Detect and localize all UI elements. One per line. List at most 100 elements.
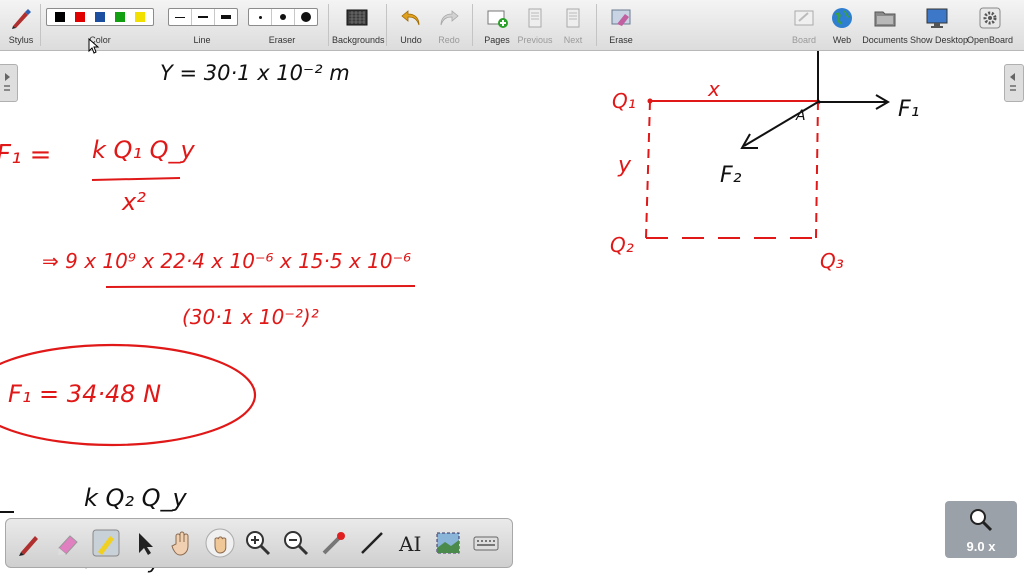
label-q1: Q₁ xyxy=(612,89,636,113)
label-x: x xyxy=(707,77,720,101)
zoom-out-icon[interactable] xyxy=(281,528,311,558)
numerator-kq1qy: k Q₁ Q_y xyxy=(92,136,196,164)
line-tool-icon[interactable] xyxy=(357,528,387,558)
next-label: Next xyxy=(563,35,583,45)
separator xyxy=(472,4,473,46)
openboard-button[interactable]: OpenBoard xyxy=(966,0,1014,50)
marker-tool-icon[interactable] xyxy=(53,528,83,558)
color-green-swatch[interactable] xyxy=(115,12,125,22)
redo-button[interactable]: Redo xyxy=(432,0,466,50)
color-label: Color xyxy=(89,35,111,45)
globe-icon xyxy=(832,8,852,28)
line-y-value: Y = 30·1 x 10⁻² m xyxy=(160,61,350,85)
f1-equals: F₁ = xyxy=(0,140,51,170)
board-icon xyxy=(794,10,814,26)
separator xyxy=(328,4,329,46)
text-tool-icon[interactable]: AI xyxy=(395,528,425,558)
board-button[interactable]: Board xyxy=(788,0,820,50)
color-swatches xyxy=(46,8,154,26)
stylus-label: Stylus xyxy=(8,35,34,45)
mouse-cursor-icon xyxy=(88,38,100,54)
backgrounds-label: Backgrounds xyxy=(332,35,385,45)
main-toolbar: Stylus Color Line Eraser Backgrounds Und… xyxy=(0,0,1024,51)
label-y: y xyxy=(617,153,632,178)
laser-pointer-icon[interactable] xyxy=(319,528,349,558)
previous-label: Previous xyxy=(517,35,553,45)
color-yellow-swatch[interactable] xyxy=(135,12,145,22)
backgrounds-button[interactable]: Backgrounds xyxy=(332,0,385,50)
fraction-bar-2 xyxy=(105,285,416,288)
eraser-small-option[interactable] xyxy=(249,9,272,25)
next-numerator: k Q₂ Q_y xyxy=(84,484,188,512)
right-side xyxy=(815,100,819,239)
f2-arrow xyxy=(743,101,819,147)
pages-button[interactable]: Pages xyxy=(480,0,514,50)
zoom-in-icon[interactable] xyxy=(243,528,273,558)
color-red-swatch[interactable] xyxy=(75,12,85,22)
stylus-icon xyxy=(12,9,31,29)
capture-area-icon[interactable] xyxy=(433,528,463,558)
erase-button[interactable]: Erase xyxy=(604,0,638,50)
fraction-bar-1 xyxy=(91,177,181,181)
erase-icon xyxy=(611,9,631,26)
highlighter-tool-icon[interactable] xyxy=(91,528,121,558)
next-button[interactable]: Next xyxy=(556,0,590,50)
documents-label: Documents xyxy=(862,35,908,45)
next-page-icon xyxy=(566,8,580,28)
denominator-x2: x² xyxy=(121,188,146,216)
backgrounds-icon xyxy=(346,9,368,26)
stylus-button[interactable]: Stylus xyxy=(4,0,38,50)
show-desktop-button[interactable]: Show Desktop xyxy=(910,0,968,50)
eraser-label: Eraser xyxy=(268,35,296,45)
line-width-selector xyxy=(168,8,238,26)
previous-button[interactable]: Previous xyxy=(516,0,554,50)
separator xyxy=(40,4,41,46)
selector-arrow-icon[interactable] xyxy=(129,528,159,558)
label-f2: F₂ xyxy=(720,163,742,188)
separator xyxy=(596,4,597,46)
color-black-swatch[interactable] xyxy=(55,12,65,22)
folder-icon xyxy=(874,11,896,27)
undo-icon xyxy=(401,10,420,26)
whiteboard-canvas[interactable]: Y = 30·1 x 10⁻² m F₁ = k Q₁ Q_y x² ⇒ 9 x… xyxy=(0,51,1024,576)
substitution-denominator: (30·1 x 10⁻²)² xyxy=(182,305,319,329)
tools-palette: AI xyxy=(5,518,513,568)
svg-text:AI: AI xyxy=(398,532,421,556)
left-side xyxy=(645,100,651,239)
line-thin-option[interactable] xyxy=(169,9,192,25)
documents-button[interactable]: Documents xyxy=(862,0,908,50)
label-f1: F₁ xyxy=(898,97,919,122)
substitution-numerator: ⇒ 9 x 10⁹ x 22·4 x 10⁻⁶ x 15·5 x 10⁻⁶ xyxy=(42,249,411,273)
undo-label: Undo xyxy=(400,35,422,45)
eraser-medium-option[interactable] xyxy=(272,9,295,25)
result-f1: F₁ = 34·48 N xyxy=(8,380,161,408)
keyboard-icon[interactable] xyxy=(471,528,501,558)
previous-page-icon xyxy=(528,8,542,28)
pages-icon xyxy=(487,10,508,28)
openboard-label: OpenBoard xyxy=(966,35,1014,45)
undo-button[interactable]: Undo xyxy=(394,0,428,50)
line-thick-option[interactable] xyxy=(215,9,237,25)
color-blue-swatch[interactable] xyxy=(95,12,105,22)
magnifier-icon xyxy=(970,509,993,532)
web-button[interactable]: Web xyxy=(826,0,858,50)
hand-tool-icon[interactable] xyxy=(167,528,197,558)
line-medium-option[interactable] xyxy=(192,9,215,25)
web-label: Web xyxy=(832,35,852,45)
line-label: Line xyxy=(193,35,211,45)
redo-label: Redo xyxy=(438,35,460,45)
erase-label: Erase xyxy=(609,35,633,45)
zoom-indicator[interactable]: 9.0 x xyxy=(945,501,1017,558)
separator xyxy=(386,4,387,46)
color-group: Color xyxy=(46,0,154,50)
eraser-size-selector xyxy=(248,8,318,26)
label-q3: Q₃ xyxy=(820,249,844,273)
pen-tool-icon[interactable] xyxy=(15,528,45,558)
eraser-large-option[interactable] xyxy=(295,9,317,25)
corner-q1-dot xyxy=(647,98,653,104)
board-label: Board xyxy=(791,35,817,45)
desktop-icon xyxy=(926,8,948,28)
zoom-level: 9.0 x xyxy=(966,539,996,554)
capture-hand-icon[interactable] xyxy=(205,528,235,558)
redo-icon xyxy=(440,10,459,26)
